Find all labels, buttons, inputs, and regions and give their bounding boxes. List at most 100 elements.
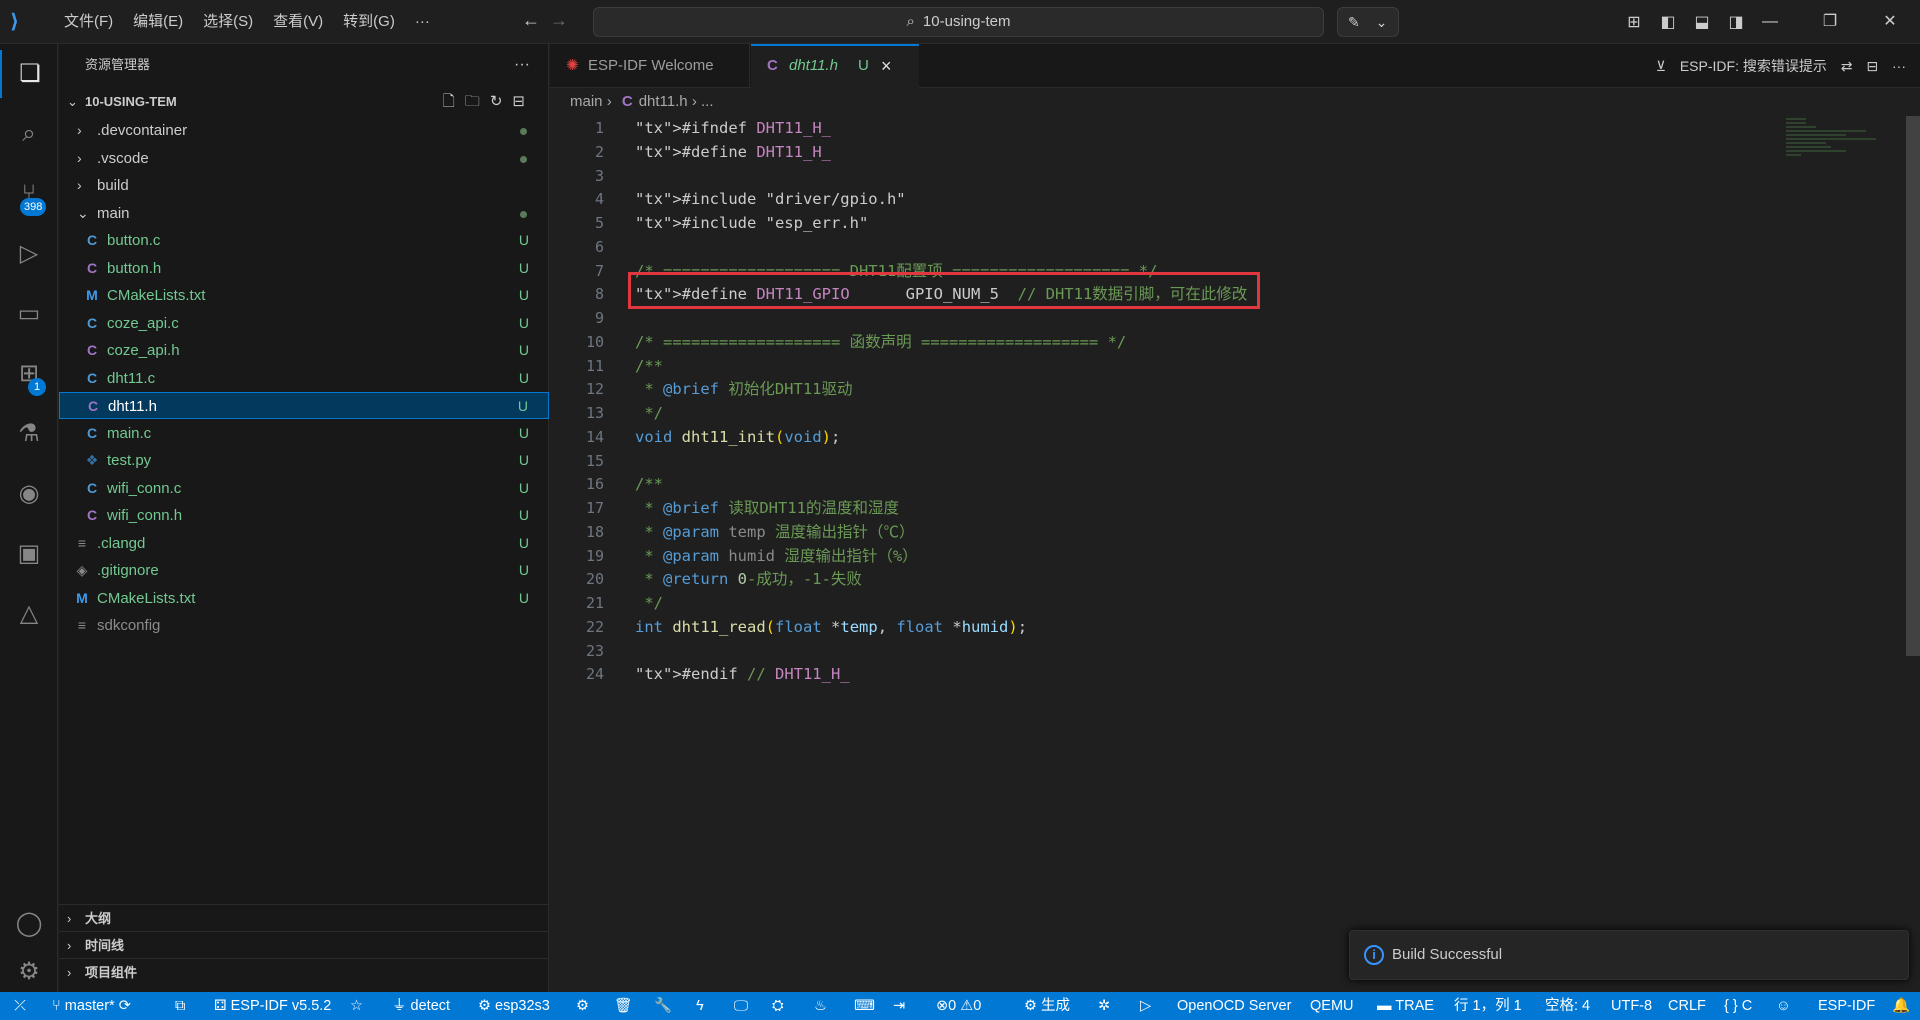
qemu-status[interactable]: QEMU xyxy=(1310,992,1354,1020)
eol-status[interactable]: CRLF xyxy=(1668,992,1706,1020)
play-icon[interactable]: ▷ xyxy=(1140,992,1151,1020)
explorer-icon[interactable]: ❏ xyxy=(0,50,58,98)
monitor-icon[interactable]: 🖵 xyxy=(734,992,748,1020)
file-tree-item[interactable]: Cdht11.h U xyxy=(59,392,549,419)
port-status[interactable]: ⏚ detect xyxy=(392,992,450,1020)
testing-icon[interactable]: ⚗ xyxy=(0,410,58,458)
breadcrumb-folder[interactable]: main xyxy=(570,93,603,110)
copilot-chat-button[interactable]: ✎ ⌄ xyxy=(1337,7,1399,37)
trae-status[interactable]: ▬ TRAE xyxy=(1377,992,1434,1020)
file-tree-item[interactable]: Cbutton.h U xyxy=(59,255,549,282)
build-status[interactable]: ⚙ 生成 xyxy=(1024,992,1070,1020)
collapse-all-icon[interactable]: ⊟ xyxy=(512,93,535,110)
file-tree-item[interactable]: › .devcontainer xyxy=(59,117,549,144)
idf-component-icon[interactable]: △ xyxy=(0,590,58,638)
code-line[interactable]: int dht11_read(float *temp, float *humid… xyxy=(635,615,1027,639)
breadcrumb-symbols[interactable]: ... xyxy=(701,93,714,110)
file-tree-item[interactable]: ≡ .clangd U xyxy=(59,530,549,557)
code-line[interactable]: "tx">#include "esp_err.h" xyxy=(635,211,868,235)
sdk-config-gear-icon[interactable]: ⚙ xyxy=(576,992,589,1020)
remote-explorer-icon[interactable]: ▭ xyxy=(0,290,58,338)
scrollbar-thumb[interactable] xyxy=(1906,116,1920,656)
restore-icon[interactable]: ❐ xyxy=(1800,0,1860,44)
refresh-icon[interactable]: ↻ xyxy=(490,93,513,110)
indentation-status[interactable]: 空格: 4 xyxy=(1545,992,1590,1020)
file-tree-item[interactable]: ⌄ main xyxy=(59,200,549,227)
breadcrumb-file[interactable]: dht11.h xyxy=(639,93,688,110)
close-tab-icon[interactable]: × xyxy=(881,46,892,86)
back-arrow-icon[interactable]: ← xyxy=(522,10,540,31)
file-tree-item[interactable]: Cwifi_conn.c U xyxy=(59,475,549,502)
toggle-panel-icon[interactable]: ⬓ xyxy=(1685,12,1719,32)
code-line[interactable]: "tx">#include "driver/gpio.h" xyxy=(635,187,906,211)
new-folder-icon[interactable]: 🗀 xyxy=(465,93,490,110)
idf-version-status[interactable]: ⚃ ESP-IDF v5.5.2 xyxy=(214,992,331,1020)
file-tree-item[interactable]: Cbutton.c U xyxy=(59,227,549,254)
minimap[interactable] xyxy=(1786,116,1876,176)
code-line[interactable]: /** xyxy=(635,354,663,378)
more-actions-icon[interactable]: ··· xyxy=(514,44,530,86)
file-tree-item[interactable]: ◈ .gitignore U xyxy=(59,557,549,584)
compare-changes-icon[interactable]: ⇄ xyxy=(1841,58,1853,74)
file-tree-item[interactable]: Cwifi_conn.h U xyxy=(59,502,549,529)
tab-dht11-h[interactable]: C dht11.h U × xyxy=(751,44,919,88)
star-icon[interactable]: ☆ xyxy=(350,992,363,1020)
menu-go[interactable]: 转到(G) xyxy=(333,0,405,44)
cursor-position[interactable]: 行 1，列 1 xyxy=(1454,992,1522,1020)
esp-idf-status[interactable]: ESP-IDF xyxy=(1818,992,1875,1020)
remote-indicator-icon[interactable]: ⤫ xyxy=(0,992,40,1020)
file-tree-item[interactable]: Ccoze_api.h U xyxy=(59,337,549,364)
encoding-status[interactable]: UTF-8 xyxy=(1611,992,1652,1020)
search-view-icon[interactable]: ⌕ xyxy=(0,110,58,158)
timeline-section[interactable]: › 时间线 xyxy=(59,931,549,958)
command-center-search[interactable]: ⌕ 10-using-tem xyxy=(593,7,1324,37)
esp-idf-search-errors[interactable]: ESP-IDF: 搜索错误提示 xyxy=(1680,58,1827,74)
run-debug-icon[interactable]: ▷ xyxy=(0,230,58,278)
project-components-section[interactable]: › 项目组件 xyxy=(59,958,549,985)
build-wrench-icon[interactable]: 🔧 xyxy=(654,992,672,1020)
project-header[interactable]: ⌄ 10-USING-TEM 🗋🗀↻⊟ xyxy=(59,89,549,115)
full-clean-trash-icon[interactable]: 🗑 xyxy=(614,992,632,1020)
code-line[interactable]: * @param temp 温度输出指针（℃） xyxy=(635,520,914,544)
notifications-bell-icon[interactable]: 🔔 xyxy=(1892,992,1910,1020)
target-status[interactable]: ⚙ esp32s3 xyxy=(478,992,550,1020)
code-line[interactable]: * @return 0-成功，-1-失败 xyxy=(635,567,862,591)
outline-section[interactable]: › 大纲 xyxy=(59,904,549,931)
code-line[interactable]: /** xyxy=(635,472,663,496)
vertical-scrollbar[interactable] xyxy=(1906,116,1920,992)
extensions-icon[interactable]: ⊞ 1 xyxy=(0,350,58,398)
new-file-icon[interactable]: 🗋 xyxy=(443,93,465,110)
code-editor[interactable]: 1 2 3 4 5 6 7 8 9 10 11 12 13 14 15 16 17 18 19 20 21 22 23 24 … xyxy=(550,116,1920,992)
code-line[interactable]: /* =================== 函数声明 ============… xyxy=(635,330,1126,354)
file-tree-item[interactable]: › build xyxy=(59,172,549,199)
copilot-status-icon[interactable]: ☺ xyxy=(1776,992,1791,1020)
file-tree-item[interactable]: M CMakeLists.txt U xyxy=(59,585,549,612)
split-editor-icon[interactable]: ⊟ xyxy=(1866,58,1878,74)
flame-icon[interactable]: ♨ xyxy=(814,992,827,1020)
code-line[interactable]: */ xyxy=(635,591,663,615)
code-line[interactable]: * @brief 读取DHT11的温度和湿度 xyxy=(635,496,899,520)
menu-more[interactable]: ··· xyxy=(405,0,440,44)
minimize-icon[interactable]: — xyxy=(1740,0,1800,44)
menu-edit[interactable]: 编辑(E) xyxy=(123,0,193,44)
menu-selection[interactable]: 选择(S) xyxy=(193,0,263,44)
file-tree-item[interactable]: M CMakeLists.txt U xyxy=(59,282,549,309)
code-line[interactable]: */ xyxy=(635,401,663,425)
code-line[interactable]: "tx">#ifndef DHT11_H_ xyxy=(635,116,831,140)
file-tree-item[interactable]: ❖ test.py U xyxy=(59,447,549,474)
terminal-icon[interactable]: ⌨ xyxy=(854,992,875,1020)
esp-idf-hint-icon[interactable]: ⊻ xyxy=(1656,58,1666,74)
file-tree-item[interactable]: › .vscode xyxy=(59,145,549,172)
tab-esp-idf-welcome[interactable]: ✺ ESP-IDF Welcome xyxy=(550,44,750,88)
device-icon[interactable]: ▣ xyxy=(0,530,58,578)
close-window-icon[interactable]: ✕ xyxy=(1860,0,1920,44)
problems-status[interactable]: ⊗0 ⚠0 xyxy=(936,992,981,1020)
file-tree-item[interactable]: ≡ sdkconfig xyxy=(59,612,549,639)
espressif-icon[interactable]: ◉ xyxy=(0,470,58,518)
code-line[interactable]: void dht11_init(void); xyxy=(635,425,840,449)
forward-arrow-icon[interactable]: → xyxy=(550,10,568,31)
notification-toast[interactable]: i Build Successful xyxy=(1349,930,1909,980)
accounts-icon[interactable]: ◯ xyxy=(0,900,58,948)
menu-view[interactable]: 查看(V) xyxy=(263,0,333,44)
file-tree-item[interactable]: Cmain.c U xyxy=(59,420,549,447)
